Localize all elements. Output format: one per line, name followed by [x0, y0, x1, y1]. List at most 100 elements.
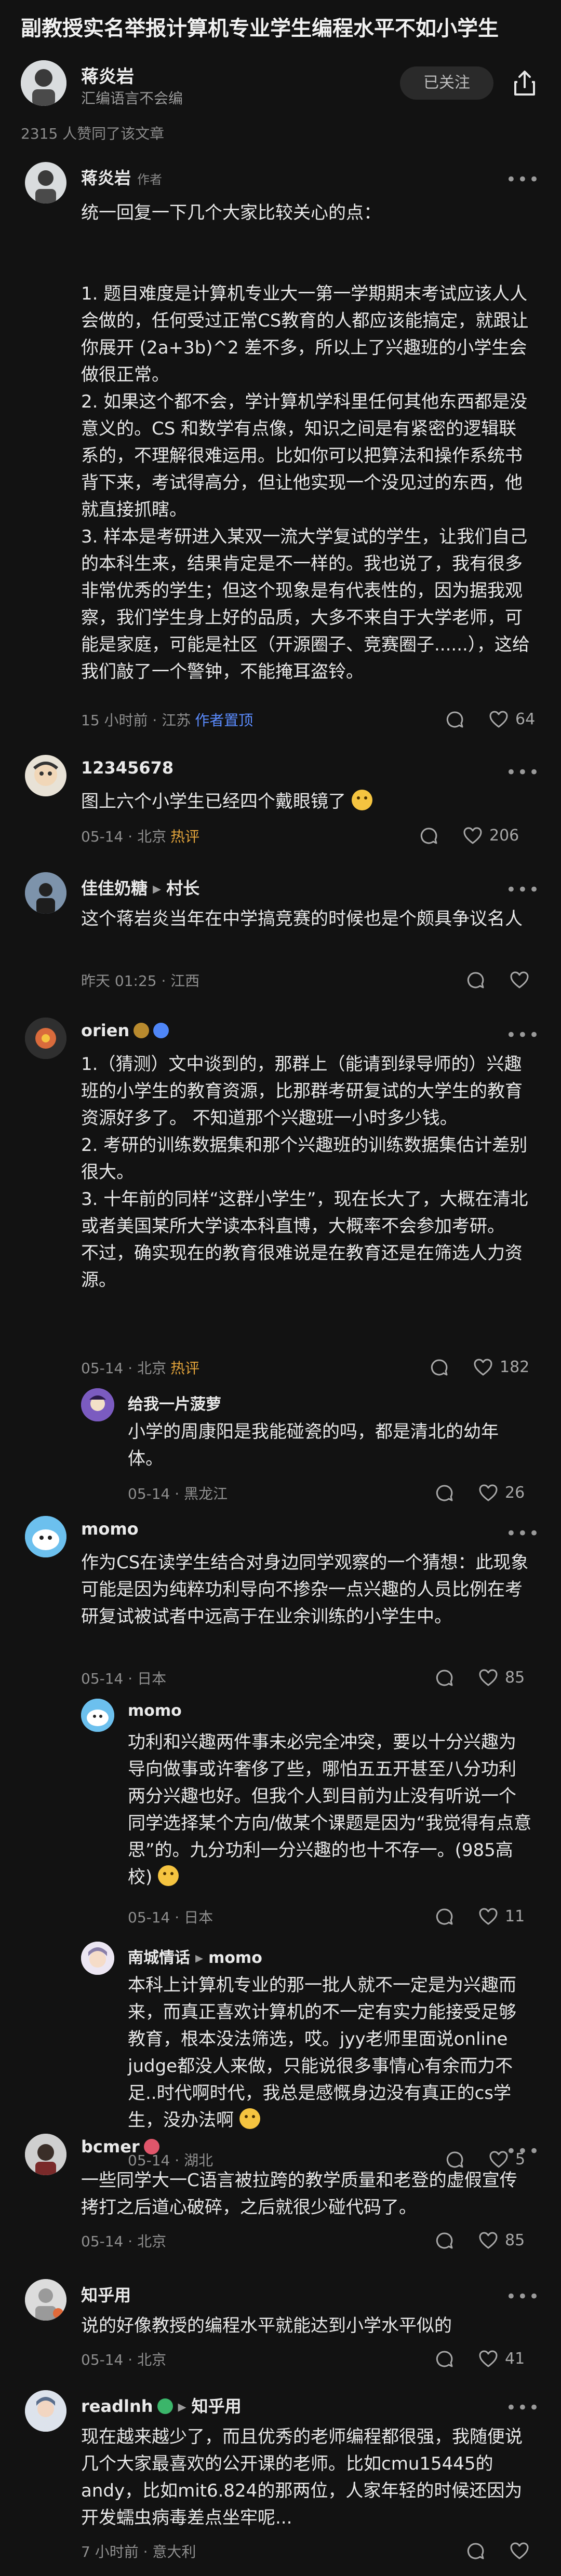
comment-icon[interactable]: [445, 709, 465, 730]
comment-actions: 206: [419, 825, 533, 846]
comment-icon[interactable]: [434, 1906, 455, 1927]
like-button[interactable]: 85: [478, 1667, 525, 1688]
comment-icon[interactable]: [434, 2230, 455, 2251]
comment-icon[interactable]: [434, 2349, 455, 2369]
like-count: 64: [515, 710, 536, 728]
comment-text-content: 本科上计算机专业的那一批人就不一定是为兴趣而来，而真正喜欢计算机的不一定有实力能…: [128, 1975, 516, 2131]
comment-icon[interactable]: [434, 1667, 455, 1688]
like-button[interactable]: 41: [478, 2349, 525, 2369]
comment-actions: 182: [429, 1357, 533, 1378]
commenter-name[interactable]: bcmer: [81, 2137, 159, 2157]
author-row: 蒋炎岩 汇编语言不会编 已关注: [21, 58, 540, 110]
hot-badge: 热评: [170, 1360, 200, 1377]
reply-arrow-icon: ▸: [195, 1949, 204, 1967]
level-badge-icon: [133, 1023, 150, 1038]
comment-text: 本科上计算机专业的那一批人就不一定是为兴趣而来，而真正喜欢计算机的不一定有实力能…: [128, 1972, 533, 2134]
commenter-name-text: 蒋炎岩: [81, 168, 131, 188]
heart-icon: [479, 2232, 498, 2249]
verified-badge-icon: [157, 2398, 173, 2414]
comment-meta: 15 小时前 · 江苏 作者置顶: [81, 709, 253, 730]
share-icon[interactable]: [509, 67, 540, 99]
comment-icon[interactable]: [419, 825, 439, 846]
like-button[interactable]: 206: [462, 825, 519, 846]
commenter-name[interactable]: momo: [81, 1519, 139, 1539]
more-dots-icon[interactable]: •••: [506, 2397, 540, 2418]
commenter-name-text: 南城情话: [128, 1949, 190, 1967]
like-button[interactable]: 26: [478, 1483, 525, 1503]
commenter-avatar[interactable]: [81, 1942, 114, 1975]
comment-actions: 41: [434, 2349, 533, 2369]
commenter-avatar[interactable]: [25, 755, 66, 796]
comment-icon[interactable]: [434, 1483, 455, 1503]
comment-time: 05-14 · 日本: [81, 1670, 167, 1687]
commenter-name[interactable]: 佳佳奶糖 ▸ 村长: [81, 875, 199, 899]
like-button[interactable]: 64: [488, 709, 535, 730]
commenter-name[interactable]: readlnh ▸ 知乎用: [81, 2393, 242, 2417]
question-title[interactable]: 副教授实名举报计算机专业学生编程水平不如小学生: [21, 11, 499, 42]
like-count: 206: [489, 826, 519, 845]
emoji-icon: [239, 2108, 260, 2129]
commenter-name-text: readlnh: [81, 2396, 153, 2416]
comment-text: 功利和兴趣两件事未必完全冲突，要以十分兴趣为导向做事或许奢侈了些，哪怕五五开甚至…: [128, 1729, 533, 1891]
heart-icon: [479, 1484, 498, 1501]
reply-arrow-icon: ▸: [153, 878, 162, 898]
author-tag: 作者: [137, 172, 163, 187]
commenter-avatar[interactable]: [25, 162, 66, 204]
commenter-name[interactable]: 南城情话 ▸ momo: [128, 1945, 262, 1968]
commenter-name[interactable]: 12345678: [81, 758, 173, 778]
commenter-avatar[interactable]: [25, 2279, 66, 2321]
more-dots-icon[interactable]: •••: [506, 169, 540, 190]
comment-text: 作为CS在读学生结合对身边同学观察的一个猜想：此现象可能是因为纯粹功利导向不掺杂…: [81, 1552, 529, 1627]
comment-icon[interactable]: [429, 1357, 450, 1378]
emoji-icon: [351, 790, 372, 810]
like-button[interactable]: 11: [478, 1906, 525, 1927]
more-dots-icon[interactable]: •••: [506, 1523, 540, 1544]
comment-time: 15 小时前 · 江苏: [81, 712, 191, 729]
heart-icon: [489, 711, 508, 728]
commenter-avatar[interactable]: [25, 872, 66, 914]
commenter-avatar[interactable]: [25, 1018, 66, 1059]
heart-icon: [474, 1359, 492, 1376]
more-dots-icon[interactable]: •••: [506, 2141, 540, 2162]
commenter-avatar[interactable]: [25, 2134, 66, 2175]
comment-text: 图上六个小学生已经四个戴眼镜了: [81, 788, 531, 815]
like-button[interactable]: [509, 970, 530, 991]
comment-text: 一些同学大一C语言被拉跨的教学质量和老登的虚假宣传拷打之后道心破碎，之后就很少碰…: [81, 2170, 517, 2218]
comment-text-content: 功利和兴趣两件事未必完全冲突，要以十分兴趣为导向做事或许奢侈了些，哪怕五五开甚至…: [128, 1732, 532, 1888]
reply-to-name: 村长: [166, 878, 200, 898]
badge-icon: [143, 2139, 159, 2154]
comment-text: 说的好像教授的编程水平就能达到小学水平似的: [81, 2315, 452, 2336]
like-button[interactable]: 182: [473, 1357, 529, 1378]
comment-icon[interactable]: [465, 970, 486, 991]
like-button[interactable]: [509, 2541, 530, 2561]
reply-to-name: momo: [208, 1949, 262, 1967]
more-dots-icon[interactable]: •••: [506, 762, 540, 783]
author-avatar[interactable]: [21, 60, 66, 106]
commenter-name[interactable]: 给我一片菠萝: [128, 1391, 221, 1414]
heart-icon: [510, 2542, 529, 2559]
comment-time: 05-14 · 黑龙江: [128, 1485, 228, 1502]
commenter-name[interactable]: momo: [128, 1702, 182, 1720]
more-dots-icon[interactable]: •••: [506, 2286, 540, 2307]
more-dots-icon[interactable]: •••: [506, 879, 540, 900]
comment-text-content: 图上六个小学生已经四个戴眼镜了: [81, 791, 346, 812]
commenter-avatar[interactable]: [25, 2390, 66, 2432]
comment-icon[interactable]: [465, 2541, 486, 2561]
author-name[interactable]: 蒋炎岩: [81, 62, 134, 88]
commenter-avatar[interactable]: [25, 1516, 66, 1557]
commenter-avatar[interactable]: [81, 1388, 114, 1421]
heart-icon: [463, 827, 482, 844]
comment-text: 现在越来越少了，而且优秀的老师编程都很强，我随便说几个大家最喜欢的公开课的老师。…: [81, 2426, 523, 2528]
commenter-name[interactable]: 知乎用: [81, 2282, 131, 2306]
follow-button[interactable]: 已关注: [400, 66, 493, 100]
comment-time: 05-14 · 北京: [81, 2233, 167, 2250]
commenter-name[interactable]: orien: [81, 1021, 169, 1040]
commenter-avatar[interactable]: [81, 1699, 114, 1732]
heart-icon: [479, 1669, 498, 1686]
more-dots-icon[interactable]: •••: [506, 1025, 540, 1046]
like-button[interactable]: 85: [478, 2230, 525, 2251]
like-count: 41: [505, 2350, 525, 2368]
like-count: 11: [505, 1907, 525, 1926]
commenter-name[interactable]: 蒋炎岩 作者: [81, 165, 162, 189]
comment-actions: 11: [434, 1906, 533, 1927]
